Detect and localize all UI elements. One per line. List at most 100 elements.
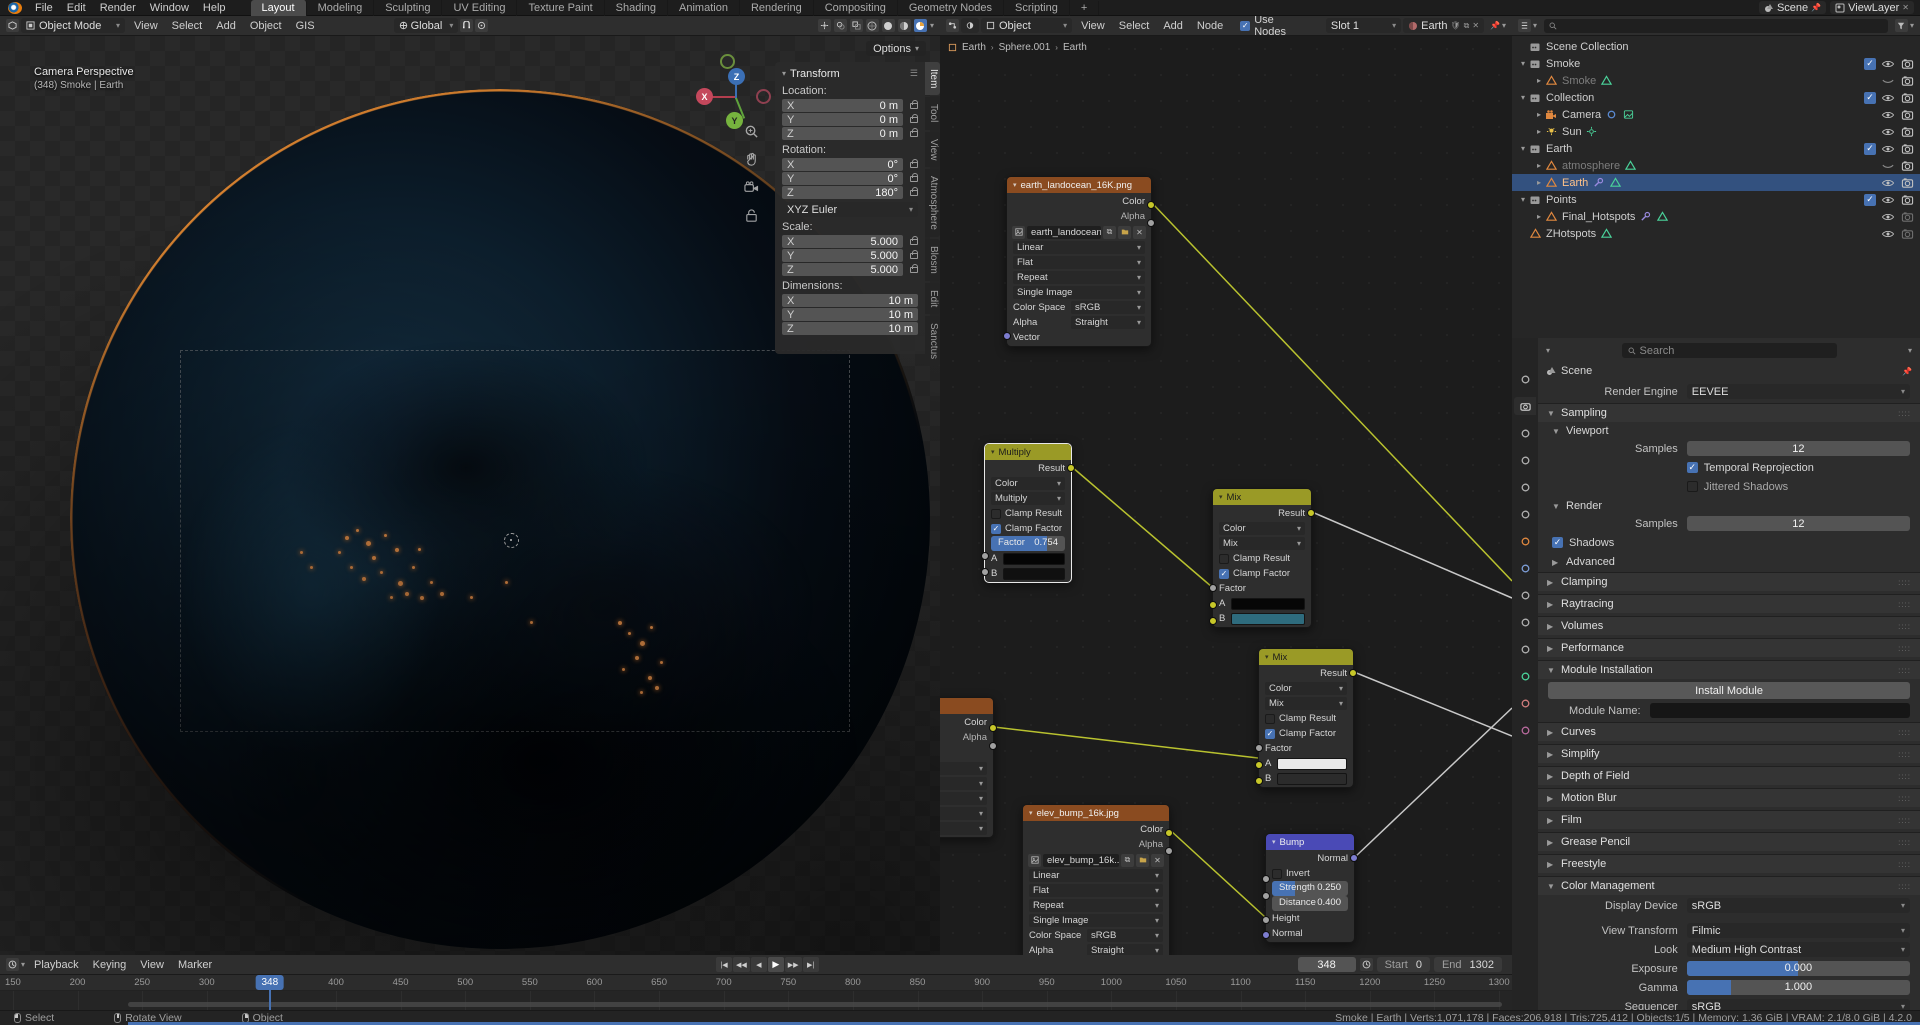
zoom-icon[interactable]: [744, 124, 759, 139]
socket-factor-in[interactable]: [1255, 744, 1263, 752]
sidebar-tab-atmosphere[interactable]: Atmosphere: [925, 169, 940, 237]
viewport-samples-field[interactable]: 12: [1687, 441, 1910, 456]
frame-end-field[interactable]: End1302: [1434, 957, 1502, 972]
gizmo-axis-z[interactable]: Z: [728, 68, 745, 85]
timeline-ruler[interactable]: 1502002503004004505005506006507007508008…: [0, 975, 1512, 991]
lock-icon[interactable]: [910, 131, 918, 137]
properties-tab-particles[interactable]: [1514, 586, 1536, 604]
color-b-swatch[interactable]: [1003, 568, 1065, 580]
sequencer-dropdown[interactable]: sRGB▾: [1687, 999, 1910, 1010]
render-visibility-icon[interactable]: [1900, 142, 1914, 156]
editor-type-timeline-icon[interactable]: [6, 958, 19, 971]
transform-field-scale-y[interactable]: Y5.000: [782, 249, 918, 262]
lock-view-icon[interactable]: [744, 208, 759, 223]
play-reverse-button[interactable]: ◀: [751, 957, 767, 972]
viewport-menu-view[interactable]: View: [127, 20, 165, 32]
outliner-row-earth[interactable]: ▾Earth✓: [1512, 140, 1920, 157]
display-device-dropdown[interactable]: sRGB▾: [1687, 898, 1910, 913]
view-transform-dropdown[interactable]: Filmic▾: [1687, 923, 1910, 938]
shading-rendered-icon[interactable]: [914, 19, 927, 32]
lock-icon[interactable]: [910, 117, 918, 123]
frame-start-field[interactable]: Start0: [1377, 957, 1430, 972]
transform-field-rotation-z[interactable]: Z180°: [782, 186, 918, 199]
section-freestyle[interactable]: ▶Freestyle::::: [1538, 854, 1920, 873]
properties-tab-scene[interactable]: [1514, 478, 1536, 496]
show-gizmo-icon[interactable]: [818, 19, 831, 32]
properties-tab-texture[interactable]: [1514, 721, 1536, 739]
copy-icon[interactable]: ⧉: [1103, 226, 1116, 239]
exposure-slider[interactable]: 0.000: [1687, 961, 1910, 976]
render-visibility-icon[interactable]: [1900, 193, 1914, 207]
copy-icon[interactable]: ⧉: [1121, 854, 1134, 867]
viewport-menu-object[interactable]: Object: [243, 20, 289, 32]
socket-normalin-in[interactable]: [1262, 931, 1270, 939]
play-button[interactable]: ▶: [768, 957, 784, 972]
show-overlays-icon[interactable]: [834, 19, 847, 32]
render-visibility-icon[interactable]: [1900, 91, 1914, 105]
auto-keying-clock-icon[interactable]: [1360, 958, 1373, 971]
sidebar-tab-view[interactable]: View: [925, 132, 940, 168]
socket-b-in[interactable]: [981, 568, 989, 576]
render-visibility-icon[interactable]: [1900, 57, 1914, 71]
expand-icon[interactable]: ▸: [1534, 161, 1544, 170]
shading-solid-icon[interactable]: [882, 19, 895, 32]
lock-icon[interactable]: [910, 176, 918, 182]
section-sampling[interactable]: ▼Sampling::::: [1538, 403, 1920, 422]
transform-field-rotation-y[interactable]: Y0°: [782, 172, 918, 185]
section-module-installation[interactable]: ▼Module Installation::::: [1538, 660, 1920, 679]
shading-material-icon[interactable]: [898, 19, 911, 32]
transform-field-location-y[interactable]: Y0 m: [782, 113, 918, 126]
navigation-gizmo[interactable]: Z X Y: [694, 56, 778, 140]
pin-id-icon[interactable]: 📌: [1902, 367, 1912, 376]
node-canvas[interactable]: Earth› Sphere.001› Earth ▾earth_landocea…: [940, 36, 1512, 955]
camera-view-icon[interactable]: [744, 180, 759, 195]
sidebar-tab-tool[interactable]: Tool: [925, 97, 940, 129]
expand-icon[interactable]: ▸: [1534, 76, 1544, 85]
properties-tab-object-data[interactable]: [1514, 667, 1536, 685]
eye-icon[interactable]: [1881, 176, 1895, 190]
render-engine-dropdown[interactable]: EEVEE▾: [1687, 384, 1910, 399]
section-grease-pencil[interactable]: ▶Grease Pencil::::: [1538, 832, 1920, 851]
image-browse-icon[interactable]: [1028, 854, 1041, 867]
render-visibility-icon[interactable]: [1900, 159, 1914, 173]
timeline-scrollbar[interactable]: [128, 1002, 1502, 1007]
socket-height-in[interactable]: [1262, 916, 1270, 924]
section-raytracing[interactable]: ▶Raytracing::::: [1538, 594, 1920, 613]
section-color-management[interactable]: ▼Color Management::::: [1538, 876, 1920, 895]
gamma-slider[interactable]: 1.000: [1687, 980, 1910, 995]
transform-field-dimensions-x[interactable]: X10 m: [782, 294, 918, 307]
menu-window[interactable]: Window: [143, 2, 196, 14]
filter-icon[interactable]: [1895, 19, 1908, 32]
shader-type-icon[interactable]: [961, 18, 979, 33]
sidebar-tab-blosm[interactable]: Blosm: [925, 239, 940, 281]
pan-hand-icon[interactable]: [744, 152, 759, 167]
selectability-checkbox[interactable]: ✓: [1864, 58, 1876, 70]
workspace-tab-shading[interactable]: Shading: [605, 0, 668, 16]
lock-icon[interactable]: [910, 190, 918, 196]
outliner-row-smoke[interactable]: ▸Smoke: [1512, 72, 1920, 89]
render-visibility-icon[interactable]: [1900, 74, 1914, 88]
section-volumes[interactable]: ▶Volumes::::: [1538, 616, 1920, 635]
shadows-checkbox[interactable]: ✓Shadows: [1552, 534, 1910, 551]
menu-help[interactable]: Help: [196, 2, 233, 14]
color-a-swatch[interactable]: [1277, 758, 1347, 770]
fake-user-icon[interactable]: 🛡: [1450, 21, 1460, 30]
outliner-search-input[interactable]: [1544, 19, 1888, 33]
shading-wireframe-icon[interactable]: [866, 19, 879, 32]
node-image-partial[interactable]: Color Alpha ⧉✕ ▾ ▾ ▾ 709▾ ▾: [940, 697, 994, 838]
image-name-field[interactable]: earth_landocean...: [1027, 226, 1101, 239]
node-menu-view[interactable]: View: [1074, 20, 1112, 32]
selectability-checkbox[interactable]: ✓: [1864, 92, 1876, 104]
node-menu-node[interactable]: Node: [1190, 20, 1230, 32]
workspace-tab-geometry-nodes[interactable]: Geometry Nodes: [898, 0, 1004, 16]
properties-tab-material[interactable]: [1514, 694, 1536, 712]
properties-tab-modifiers[interactable]: [1514, 559, 1536, 577]
transform-field-dimensions-z[interactable]: Z10 m: [782, 322, 918, 335]
expand-icon[interactable]: ▾: [1518, 59, 1528, 68]
transform-field-scale-x[interactable]: X5.000: [782, 235, 918, 248]
socket-color-out[interactable]: [989, 724, 997, 732]
temporal-reprojection-checkbox[interactable]: ✓Temporal Reprojection: [1687, 462, 1910, 474]
sidebar-tab-sanctus[interactable]: Sanctus: [925, 316, 940, 366]
node-mix-2[interactable]: ▾Mix Result Color▾ Mix▾ Clamp Result ✓Cl…: [1258, 648, 1354, 788]
color-a-swatch[interactable]: [1231, 598, 1305, 610]
